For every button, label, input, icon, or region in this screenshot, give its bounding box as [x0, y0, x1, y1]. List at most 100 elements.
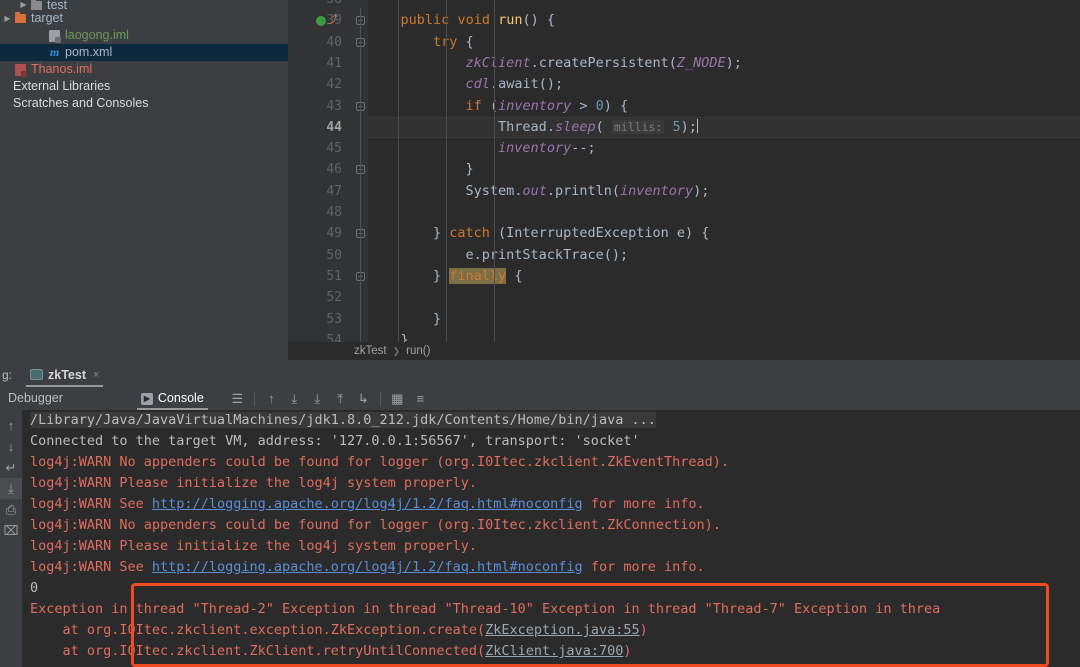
- line-number: 49: [326, 226, 342, 242]
- console-tab-bar[interactable]: Debugger ▶ Console ☰ ↑ ⤓ ⤓ ⤒ ↳ ▦ ≡: [0, 387, 1080, 410]
- project-tree-panel[interactable]: ▶test▶target▶laogong.iml▶mpom.xml▶Thanos…: [0, 0, 288, 360]
- expand-arrow-icon[interactable]: ▶: [18, 0, 29, 10]
- step-into-icon[interactable]: ⤓: [308, 389, 327, 408]
- console-text: at org.I0Itec.zkclient.ZkClient.retryUnt…: [30, 643, 486, 659]
- tree-item-scratches-and-consoles[interactable]: ▶Scratches and Consoles: [0, 95, 288, 112]
- console-line: log4j:WARN Please initialize the log4j s…: [22, 536, 1080, 557]
- code-token: >: [571, 97, 596, 114]
- step-over-icon[interactable]: ⤓: [285, 389, 304, 408]
- folder-icon: [29, 0, 44, 10]
- console-window-icon: [30, 369, 44, 380]
- tree-item-test[interactable]: ▶ test: [0, 0, 288, 10]
- code-editor[interactable]: 3839⤴404142434445464748495051525354 −−−−…: [288, 0, 1080, 360]
- code-line: }: [368, 309, 1080, 330]
- indent-guide: [494, 0, 495, 342]
- expand-arrow-icon[interactable]: ▶: [2, 10, 13, 27]
- code-token: zkClient: [465, 54, 531, 71]
- tree-item-pom-xml[interactable]: ▶mpom.xml: [0, 44, 288, 61]
- code-folding-strip[interactable]: −−−−−−: [350, 0, 368, 360]
- tree-item-laogong-iml[interactable]: ▶laogong.iml: [0, 27, 288, 44]
- breadcrumb-separator: ❯: [392, 345, 401, 356]
- scroll-to-end-icon[interactable]: ⤓: [0, 478, 22, 499]
- force-step-into-icon[interactable]: ⤒: [331, 389, 350, 408]
- console-line: at org.I0Itec.zkclient.ZkClient.retryUnt…: [22, 641, 1080, 662]
- console-side-toolbar[interactable]: ↑ ↓ ↵ ⤓ ⎙ ⌧: [0, 410, 22, 667]
- code-line: e.printStackTrace();: [368, 245, 1080, 266]
- code-line: Thread.sleep( millis: 5);: [368, 117, 1080, 138]
- line-number: 45: [326, 141, 342, 157]
- code-token: }: [368, 267, 450, 284]
- code-token: );: [680, 118, 697, 135]
- tree-item-label: target: [31, 11, 63, 25]
- run-tab-zktest[interactable]: zkTest ×: [26, 362, 104, 387]
- code-token: inventory: [498, 140, 572, 157]
- code-token: out: [522, 182, 547, 199]
- code-token: );: [693, 182, 710, 199]
- console-link[interactable]: http://logging.apache.org/log4j/1.2/faq.…: [152, 496, 583, 512]
- editor-code-area[interactable]: public void run() { try { zkClient.creat…: [368, 0, 1080, 360]
- line-number: 46: [326, 162, 342, 178]
- console-line: log4j:WARN See http://logging.apache.org…: [22, 494, 1080, 515]
- console-line: log4j:WARN No appenders could be found f…: [22, 515, 1080, 536]
- tree-item-label: External Libraries: [13, 79, 111, 93]
- console-play-icon: ▶: [140, 392, 153, 405]
- console-text: log4j:WARN Please initialize the log4j s…: [30, 538, 478, 554]
- tree-item-thanos-iml[interactable]: ▶Thanos.iml: [0, 61, 288, 78]
- code-token: inventory: [620, 182, 694, 199]
- tab-debugger[interactable]: Debugger: [2, 387, 69, 410]
- line-number: 41: [326, 55, 342, 71]
- run-tab-bar[interactable]: g: zkTest ×: [0, 362, 1080, 387]
- step-out-icon[interactable]: ↑: [262, 389, 281, 408]
- run-method-icon[interactable]: ⤴: [327, 14, 338, 26]
- tree-item-label: pom.xml: [65, 45, 113, 59]
- tree-item-target[interactable]: ▶ target: [0, 10, 288, 27]
- code-token: .createPersistent(: [530, 54, 677, 71]
- menu-icon[interactable]: ☰: [228, 389, 247, 408]
- breadcrumb[interactable]: zkTest ❯ run(): [288, 342, 1080, 360]
- console-line: log4j:WARN No appenders could be found f…: [22, 452, 1080, 473]
- breadcrumb-item[interactable]: run(): [406, 345, 430, 357]
- tree-item-external-libraries[interactable]: ▶External Libraries: [0, 78, 288, 95]
- line-number: 42: [326, 77, 342, 93]
- code-line: }: [368, 159, 1080, 180]
- close-icon[interactable]: ×: [93, 369, 99, 381]
- settings-icon[interactable]: ≡: [411, 389, 430, 408]
- tree-item-label: Scratches and Consoles: [13, 96, 149, 110]
- code-line: } finally {: [368, 266, 1080, 287]
- code-line: cdl.await();: [368, 74, 1080, 95]
- console-text: at org.I0Itec.zkclient.exception.ZkExcep…: [30, 622, 486, 638]
- breadcrumb-item[interactable]: zkTest: [354, 345, 387, 357]
- line-number: 40: [326, 34, 342, 50]
- print-icon[interactable]: ⎙: [0, 499, 22, 520]
- evaluate-icon[interactable]: ▦: [388, 389, 407, 408]
- code-line: inventory--;: [368, 138, 1080, 159]
- tab-label: Debugger: [8, 391, 63, 405]
- console-text: /Library/Java/JavaVirtualMachines/jdk1.8…: [30, 412, 656, 428]
- clear-all-icon[interactable]: ⌧: [0, 520, 22, 541]
- console-output[interactable]: /Library/Java/JavaVirtualMachines/jdk1.8…: [22, 410, 1080, 667]
- code-token: void: [457, 12, 490, 29]
- scroll-down-icon[interactable]: ↓: [0, 436, 22, 457]
- code-token: }: [368, 161, 474, 178]
- editor-gutter[interactable]: 3839⤴404142434445464748495051525354: [288, 0, 350, 360]
- soft-wrap-icon[interactable]: ↵: [0, 457, 22, 478]
- code-line: zkClient.createPersistent(Z_NODE);: [368, 53, 1080, 74]
- run-tab-label: zkTest: [48, 367, 86, 382]
- run-to-cursor-icon[interactable]: ↳: [354, 389, 373, 408]
- folder-orange-icon: [13, 12, 28, 23]
- code-token: finally: [449, 267, 507, 284]
- console-line: Connected to the target VM, address: '12…: [22, 431, 1080, 452]
- console-link[interactable]: ZkClient.java:700: [485, 643, 623, 659]
- line-number: 51: [326, 268, 342, 284]
- scroll-up-icon[interactable]: ↑: [0, 415, 22, 436]
- console-link[interactable]: http://logging.apache.org/log4j/1.2/faq.…: [152, 559, 583, 575]
- console-link[interactable]: ZkException.java:55: [485, 622, 639, 638]
- tab-console[interactable]: ▶ Console: [135, 387, 210, 410]
- code-line: } catch (InterruptedException e) {: [368, 223, 1080, 244]
- code-line: try {: [368, 32, 1080, 53]
